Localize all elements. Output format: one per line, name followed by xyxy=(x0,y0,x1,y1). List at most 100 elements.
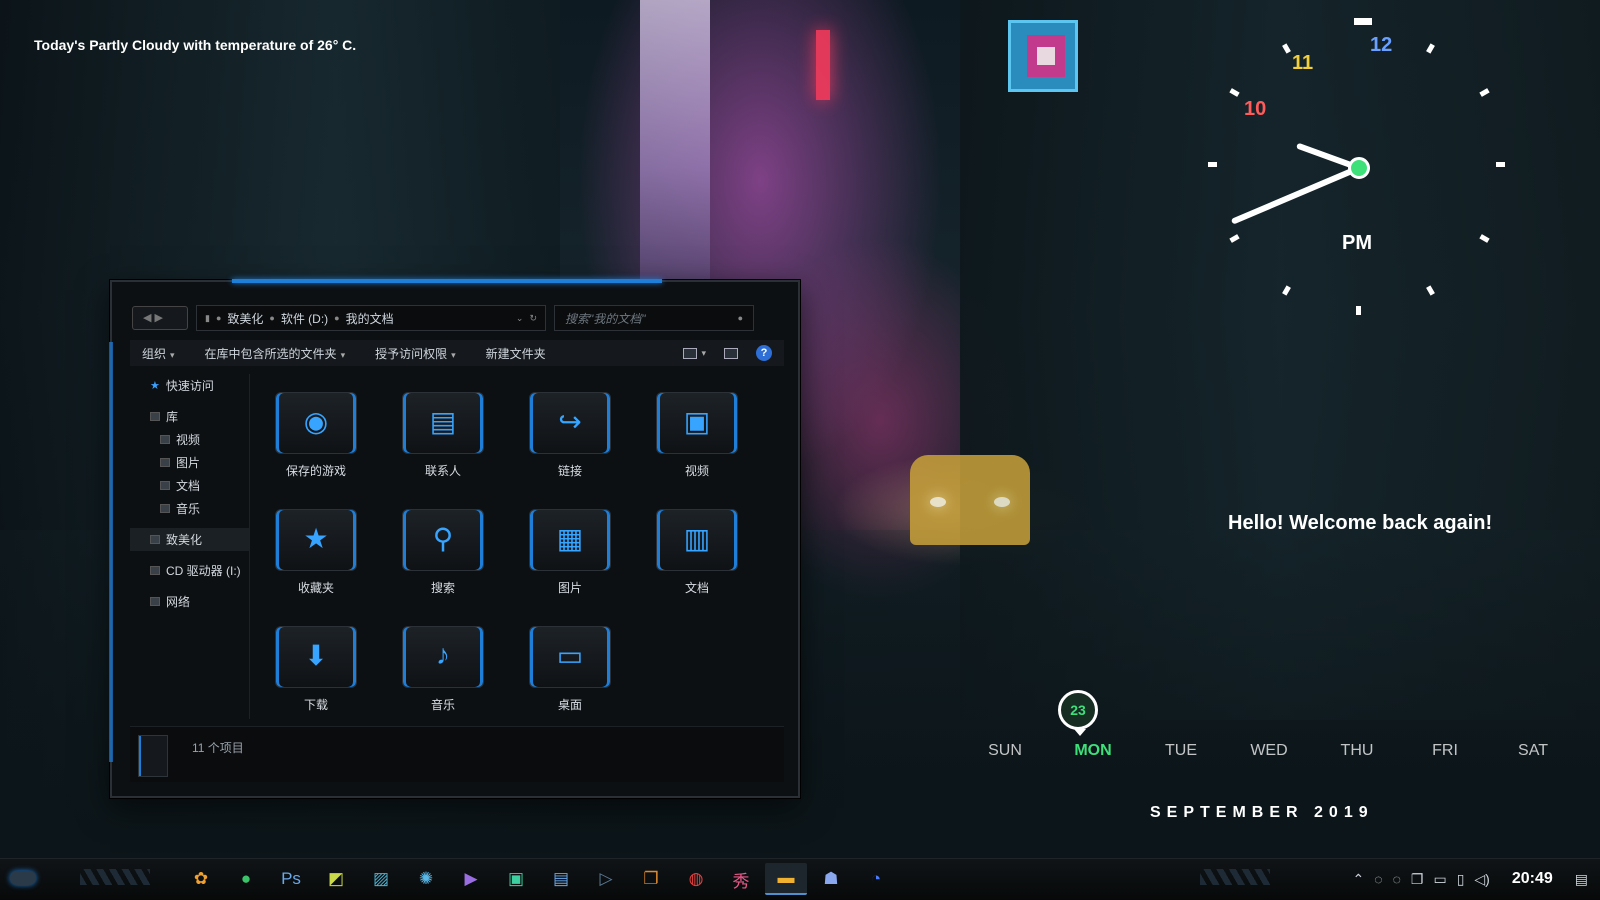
sidebar-item-label: 图片 xyxy=(176,456,201,470)
new-folder-button[interactable]: 新建文件夹 xyxy=(486,345,546,362)
window-manager-icon[interactable]: ❐ xyxy=(630,863,672,895)
usb-icon[interactable]: ▯ xyxy=(1457,871,1465,888)
folder-tile[interactable]: ▭ 桌面 xyxy=(520,626,620,713)
folder-tile[interactable]: ♪ 音乐 xyxy=(393,626,493,713)
search-input[interactable]: 搜索"我的文档" ● xyxy=(554,305,754,331)
view-options-button[interactable]: ▾ xyxy=(683,347,706,359)
sidebar-item[interactable]: 致美化 xyxy=(130,528,249,551)
chevron-down-icon[interactable]: ⌄ xyxy=(516,313,524,324)
notification-icon[interactable]: ▤ xyxy=(1575,871,1588,888)
search-icon[interactable]: ● xyxy=(738,313,743,323)
chevron-down-icon: ▾ xyxy=(701,347,706,358)
navigation-pane: ★ 快速访问库视频图片文档 音乐致美化 CD 驱动器 (I:) 网络 xyxy=(130,374,250,719)
document-icon xyxy=(160,481,170,490)
sidebar-item[interactable]: ★ 快速访问 xyxy=(130,374,249,397)
visual-studio-icon[interactable]: ▶ xyxy=(450,863,492,895)
folder-label: 图片 xyxy=(557,581,582,595)
sidebar-item[interactable]: CD 驱动器 (I:) xyxy=(130,559,249,582)
palette-icon[interactable]: ✺ xyxy=(405,863,447,895)
breadcrumb-item[interactable]: 我的文档 xyxy=(346,310,394,327)
address-bar[interactable]: ▮ ● 致美化 ● 软件 (D:) ● 我的文档 ⌄ ↻ xyxy=(196,305,546,331)
folder-icon: ▮ xyxy=(205,312,210,323)
folder-tile[interactable]: ▦ 图片 xyxy=(520,509,620,596)
sidebar-item[interactable]: 文档 xyxy=(130,474,249,497)
screen-capture-icon[interactable]: ▣ xyxy=(495,863,537,895)
folder-tile[interactable]: ◉ 保存的游戏 xyxy=(266,392,366,479)
volume-icon[interactable]: ◁) xyxy=(1474,871,1489,888)
folder-icon-box: ★ xyxy=(275,509,357,571)
folder-label: 收藏夹 xyxy=(297,581,334,595)
folder-tile[interactable]: ⚲ 搜索 xyxy=(393,509,493,596)
organize-menu[interactable]: 组织 ▾ xyxy=(142,345,175,362)
sidebar-item[interactable]: 图片 xyxy=(130,451,249,474)
illustrator-icon[interactable]: ◩ xyxy=(315,863,357,895)
folder-icon-box: ▣ xyxy=(656,392,738,454)
network-icon xyxy=(150,597,160,606)
terminal-icon[interactable]: ▷ xyxy=(585,863,627,895)
folder-tile[interactable]: ▤ 联系人 xyxy=(393,392,493,479)
sidebar-item[interactable]: 网络 xyxy=(130,590,249,613)
command-label: 在库中包含所选的文件夹 xyxy=(204,346,337,361)
chevron-down-icon: ▾ xyxy=(340,349,346,360)
folder-label: 搜索 xyxy=(430,581,455,595)
help-button[interactable]: ? xyxy=(756,345,772,361)
clock-time[interactable]: 20:49 xyxy=(1512,870,1553,888)
photoshop-icon[interactable]: Ps xyxy=(270,863,312,895)
folder-label: 文档 xyxy=(684,581,709,595)
xiuxiu-icon[interactable]: 秀 xyxy=(720,863,762,895)
copy-icon[interactable]: ❐ xyxy=(1411,871,1424,888)
bell-icon[interactable]: ◌ xyxy=(1393,871,1401,887)
view-icon xyxy=(683,347,698,359)
refresh-icon[interactable]: ↻ xyxy=(529,313,537,324)
browser-icon[interactable]: ◔ xyxy=(855,863,897,895)
bell-icon[interactable]: ◌ xyxy=(1374,871,1382,887)
breadcrumb-item[interactable]: 软件 (D:) xyxy=(281,310,328,327)
chevron-down-icon: ▾ xyxy=(451,349,456,360)
file-explorer-window[interactable]: ▮ ● 致美化 ● 软件 (D:) ● 我的文档 ⌄ ↻ 搜索"我的文档" ● … xyxy=(109,279,800,798)
folder-tile[interactable]: ▥ 文档 xyxy=(647,509,747,596)
download-icon: ⬇ xyxy=(304,640,328,671)
command-label: 组织 xyxy=(142,346,167,361)
clock-tick xyxy=(1426,43,1435,54)
preview-pane-icon[interactable] xyxy=(724,347,738,359)
folder-icon-box: ▦ xyxy=(529,509,611,571)
file-grid: ◉ 保存的游戏 ▤ 联系人 ↪ 链接 ▣ 视频 ★ 收藏夹 ⚲ 搜索 ▦ 图片 ▥ 文档 ⬇ 下载 ♪ 音乐 ▭ 桌面 xyxy=(258,382,778,722)
folder-tile[interactable]: ★ 收藏夹 xyxy=(266,509,366,596)
breadcrumb-item[interactable]: 致美化 xyxy=(227,310,263,327)
network-icon[interactable]: ▭ xyxy=(1433,871,1446,888)
clock-tick xyxy=(1229,88,1240,97)
folder-label: 视频 xyxy=(684,464,709,478)
back-forward-buttons[interactable] xyxy=(132,306,188,330)
folder-tile[interactable]: ▣ 视频 xyxy=(647,392,747,479)
folder-icon-box: ♪ xyxy=(402,626,484,688)
folder-icon-box: ⬇ xyxy=(275,626,357,688)
sidebar-item[interactable]: 视频 xyxy=(130,428,249,451)
sidebar-item-label: 库 xyxy=(166,410,179,424)
netease-music-icon[interactable]: ◍ xyxy=(675,863,717,895)
clipboard-icon[interactable]: ▤ xyxy=(540,863,582,895)
sidebar-item-label: CD 驱动器 (I:) xyxy=(166,564,241,578)
chevron-up-icon[interactable]: ⌃ xyxy=(1353,871,1365,888)
search-placeholder: 搜索"我的文档" xyxy=(565,311,646,326)
item-count: 11 个项目 xyxy=(192,741,244,755)
clock-tick xyxy=(1426,285,1435,296)
start-button[interactable] xyxy=(10,871,36,885)
share-with-menu[interactable]: 授予访问权限 ▾ xyxy=(375,345,456,362)
qq-icon[interactable]: ☗ xyxy=(810,863,852,895)
document-icon: ▥ xyxy=(683,523,711,554)
sidebar-item[interactable]: 音乐 xyxy=(130,497,249,520)
file-explorer-icon[interactable]: ▬ xyxy=(765,863,807,895)
folder-tile[interactable]: ⬇ 下载 xyxy=(266,626,366,713)
image-viewer-icon[interactable]: ▨ xyxy=(360,863,402,895)
clock-minute-hand xyxy=(1230,165,1361,225)
command-bar: 组织 ▾ 在库中包含所选的文件夹 ▾ 授予访问权限 ▾ 新建文件夹 ▾ ? xyxy=(130,340,784,366)
folder-tile[interactable]: ↪ 链接 xyxy=(520,392,620,479)
wechat-icon[interactable]: ● xyxy=(225,863,267,895)
app-orange-icon[interactable]: ✿ xyxy=(180,863,222,895)
sidebar-item[interactable]: 库 xyxy=(130,405,249,428)
include-in-library-menu[interactable]: 在库中包含所选的文件夹 ▾ xyxy=(205,345,346,362)
clock-ampm: PM xyxy=(1342,232,1372,254)
background-billboard xyxy=(1008,20,1078,92)
folder-label: 链接 xyxy=(557,464,582,478)
clock-tick xyxy=(1282,43,1291,54)
